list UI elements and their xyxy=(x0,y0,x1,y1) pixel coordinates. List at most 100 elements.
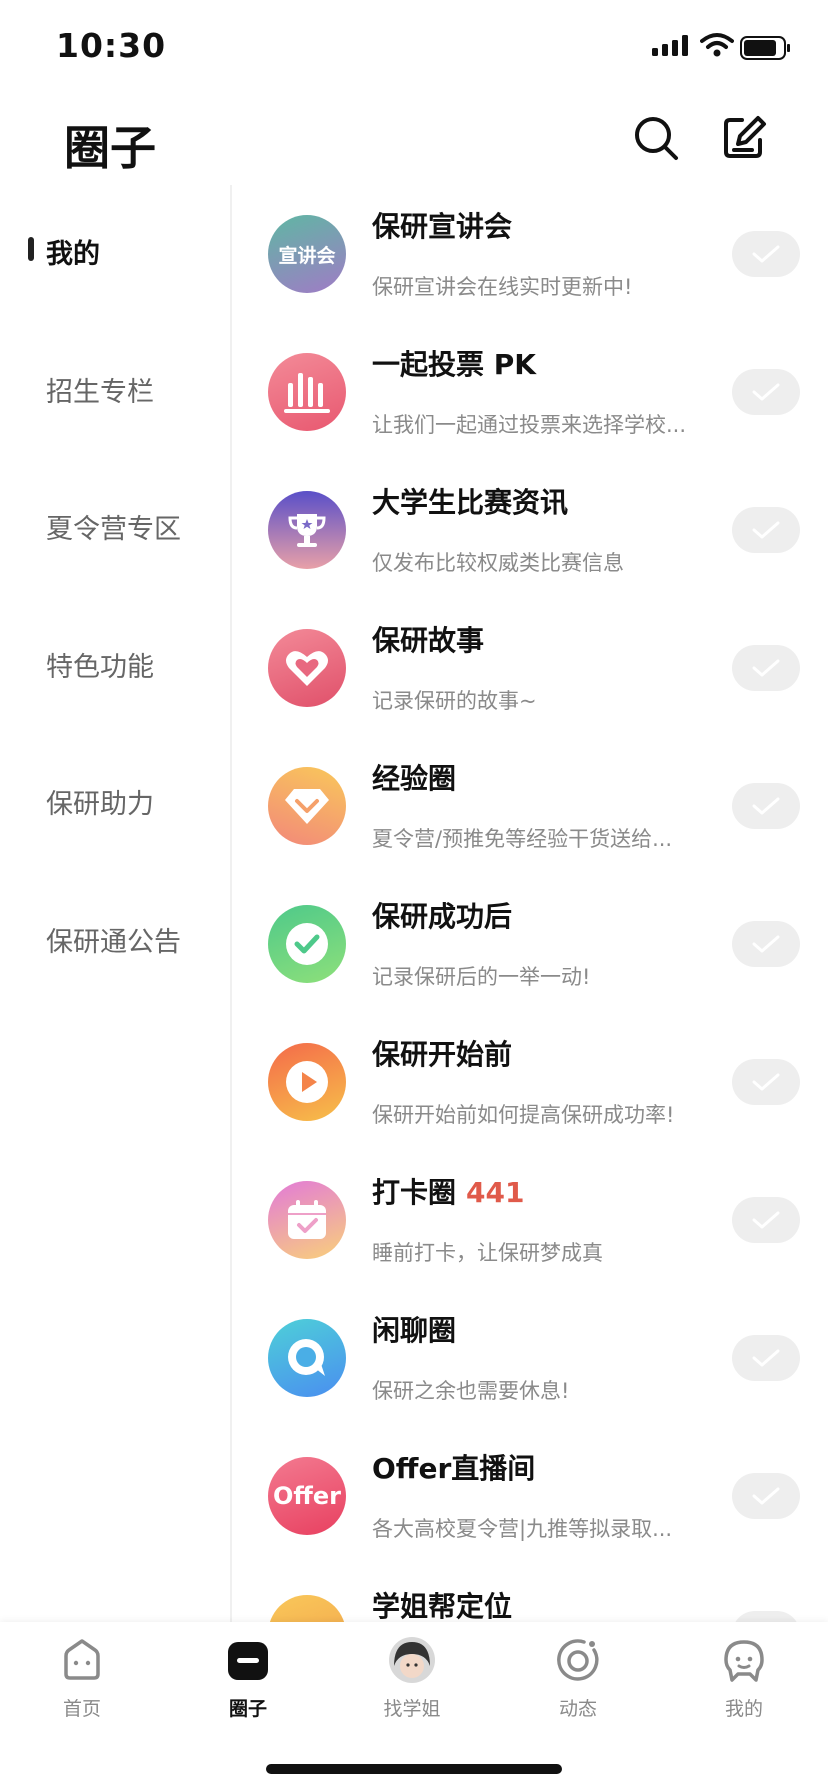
circle-title: 保研故事 xyxy=(372,624,485,657)
checkmark-icon xyxy=(752,797,780,815)
circle-avatar xyxy=(268,1181,346,1259)
circle-description: 保研之余也需要休息! xyxy=(372,1379,570,1403)
compose-icon xyxy=(724,116,766,158)
checkmark-icon xyxy=(752,1487,780,1505)
play-icon xyxy=(286,1061,328,1103)
search-button[interactable] xyxy=(632,114,680,162)
circle-avatar xyxy=(268,1319,346,1397)
list-item[interactable]: 定位 学姐帮定位 xyxy=(232,1565,828,1625)
circle-title: 保研开始前 xyxy=(372,1038,513,1071)
follow-toggle[interactable] xyxy=(732,1335,800,1381)
circle-description: 保研开始前如何提高保研成功率! xyxy=(372,1103,675,1127)
circle-title: 经验圈 xyxy=(372,762,457,795)
tab-circles[interactable]: 圈子 xyxy=(188,1636,308,1746)
follow-toggle[interactable] xyxy=(732,1197,800,1243)
checkmark-icon xyxy=(752,659,780,677)
home-indicator xyxy=(266,1764,562,1774)
circle-title: 保研宣讲会 xyxy=(372,210,513,243)
compose-button[interactable] xyxy=(720,114,768,162)
checkmark-icon xyxy=(752,1349,780,1367)
search-icon xyxy=(635,117,678,160)
circle-avatar: 定位 xyxy=(268,1595,346,1625)
follow-toggle[interactable] xyxy=(732,1059,800,1105)
circle-title: 一起投票 PK xyxy=(372,348,536,381)
circle-avatar xyxy=(268,1043,346,1121)
sidebar-item-assist[interactable]: 保研助力 xyxy=(46,782,154,821)
circle-list: 宣讲会 保研宣讲会 保研宣讲会在线实时更新中! 一起投票 PK 让我们一起通过投… xyxy=(232,185,828,1625)
list-item[interactable]: 经验圈 夏令营/预推免等经验干货送给... xyxy=(232,737,828,875)
circle-description: 仅发布比较权威类比赛信息 xyxy=(372,551,624,575)
sidebar-item-summer-camp[interactable]: 夏令营专区 xyxy=(46,507,181,546)
list-item[interactable]: 保研开始前 保研开始前如何提高保研成功率! xyxy=(232,1013,828,1151)
checkmark-icon xyxy=(752,935,780,953)
active-indicator xyxy=(28,237,34,261)
profile-icon xyxy=(724,1640,764,1682)
tab-find-senior[interactable]: 找学姐 xyxy=(352,1636,472,1746)
tab-profile[interactable]: 我的 xyxy=(684,1636,804,1746)
circle-description: 让我们一起通过投票来选择学校... xyxy=(372,413,687,437)
list-item[interactable]: 闲聊圈 保研之余也需要休息! xyxy=(232,1289,828,1427)
list-item[interactable]: 保研故事 记录保研的故事~ xyxy=(232,599,828,737)
circle-avatar xyxy=(268,491,346,569)
checkmark-icon xyxy=(752,383,780,401)
circle-description: 记录保研的故事~ xyxy=(372,689,537,713)
list-item[interactable]: 大学生比赛资讯 仅发布比较权威类比赛信息 xyxy=(232,461,828,599)
circle-avatar xyxy=(268,905,346,983)
list-item[interactable]: Offer Offer直播间 各大高校夏令营|九推等拟录取... xyxy=(232,1427,828,1565)
tab-activity[interactable]: 动态 xyxy=(518,1636,638,1746)
page-title: 圈子 xyxy=(64,121,156,175)
activity-icon xyxy=(557,1639,599,1681)
circle-avatar xyxy=(268,767,346,845)
circle-title: 保研成功后 xyxy=(372,900,513,933)
follow-toggle[interactable] xyxy=(732,921,800,967)
checkmark-icon xyxy=(752,1073,780,1091)
circle-title: 打卡圈 441 xyxy=(372,1176,525,1209)
follow-toggle[interactable] xyxy=(732,369,800,415)
follow-toggle[interactable] xyxy=(732,507,800,553)
check-circle-icon xyxy=(286,923,328,965)
list-item[interactable]: 一起投票 PK 让我们一起通过投票来选择学校... xyxy=(232,323,828,461)
circle-title: 大学生比赛资讯 xyxy=(372,486,569,519)
circle-description: 保研宣讲会在线实时更新中! xyxy=(372,275,633,299)
circle-description: 记录保研后的一举一动! xyxy=(372,965,591,989)
status-bar: 10:30 xyxy=(0,0,828,100)
circle-description: 睡前打卡，让保研梦成真 xyxy=(372,1241,603,1265)
battery-icon xyxy=(740,36,790,60)
circle-avatar: 宣讲会 xyxy=(268,215,346,293)
senior-avatar-icon xyxy=(389,1637,435,1683)
calendar-check-icon xyxy=(288,1200,326,1239)
circle-title: Offer直播间 xyxy=(372,1452,536,1485)
tab-home[interactable]: 首页 xyxy=(22,1636,142,1746)
diamond-icon xyxy=(285,789,329,824)
chat-bubble-icon xyxy=(288,1339,325,1376)
sidebar-item-mine[interactable]: 我的 xyxy=(46,232,100,271)
circle-avatar xyxy=(268,353,346,431)
cellular-signal-icon xyxy=(652,35,688,56)
circle-description: 各大高校夏令营|九推等拟录取... xyxy=(372,1517,673,1541)
heart-icon xyxy=(286,651,328,686)
sidebar-item-features[interactable]: 特色功能 xyxy=(46,645,154,684)
follow-toggle[interactable] xyxy=(732,1473,800,1519)
bar-chart-icon xyxy=(284,373,330,413)
sidebar-item-announcements[interactable]: 保研通公告 xyxy=(46,920,181,959)
follow-toggle[interactable] xyxy=(732,645,800,691)
checkmark-icon xyxy=(752,1211,780,1229)
home-icon xyxy=(64,1639,100,1680)
list-item[interactable]: 保研成功后 记录保研后的一举一动! xyxy=(232,875,828,1013)
list-item[interactable]: 宣讲会 保研宣讲会 保研宣讲会在线实时更新中! xyxy=(232,185,828,323)
circle-title: 学姐帮定位 xyxy=(372,1590,513,1623)
member-count: 441 xyxy=(466,1176,525,1209)
circle-title: 闲聊圈 xyxy=(372,1314,457,1347)
follow-toggle[interactable] xyxy=(732,783,800,829)
status-time: 10:30 xyxy=(56,26,167,65)
checkmark-icon xyxy=(752,521,780,539)
follow-toggle[interactable] xyxy=(732,231,800,277)
wifi-icon xyxy=(700,33,734,57)
checkmark-icon xyxy=(752,245,780,263)
list-item[interactable]: 打卡圈 441 睡前打卡，让保研梦成真 xyxy=(232,1151,828,1289)
circle-avatar: Offer xyxy=(268,1457,346,1535)
sidebar-item-admissions[interactable]: 招生专栏 xyxy=(46,370,154,409)
circle-tab-icon xyxy=(228,1642,268,1680)
circle-avatar xyxy=(268,629,346,707)
trophy-icon xyxy=(288,514,326,547)
